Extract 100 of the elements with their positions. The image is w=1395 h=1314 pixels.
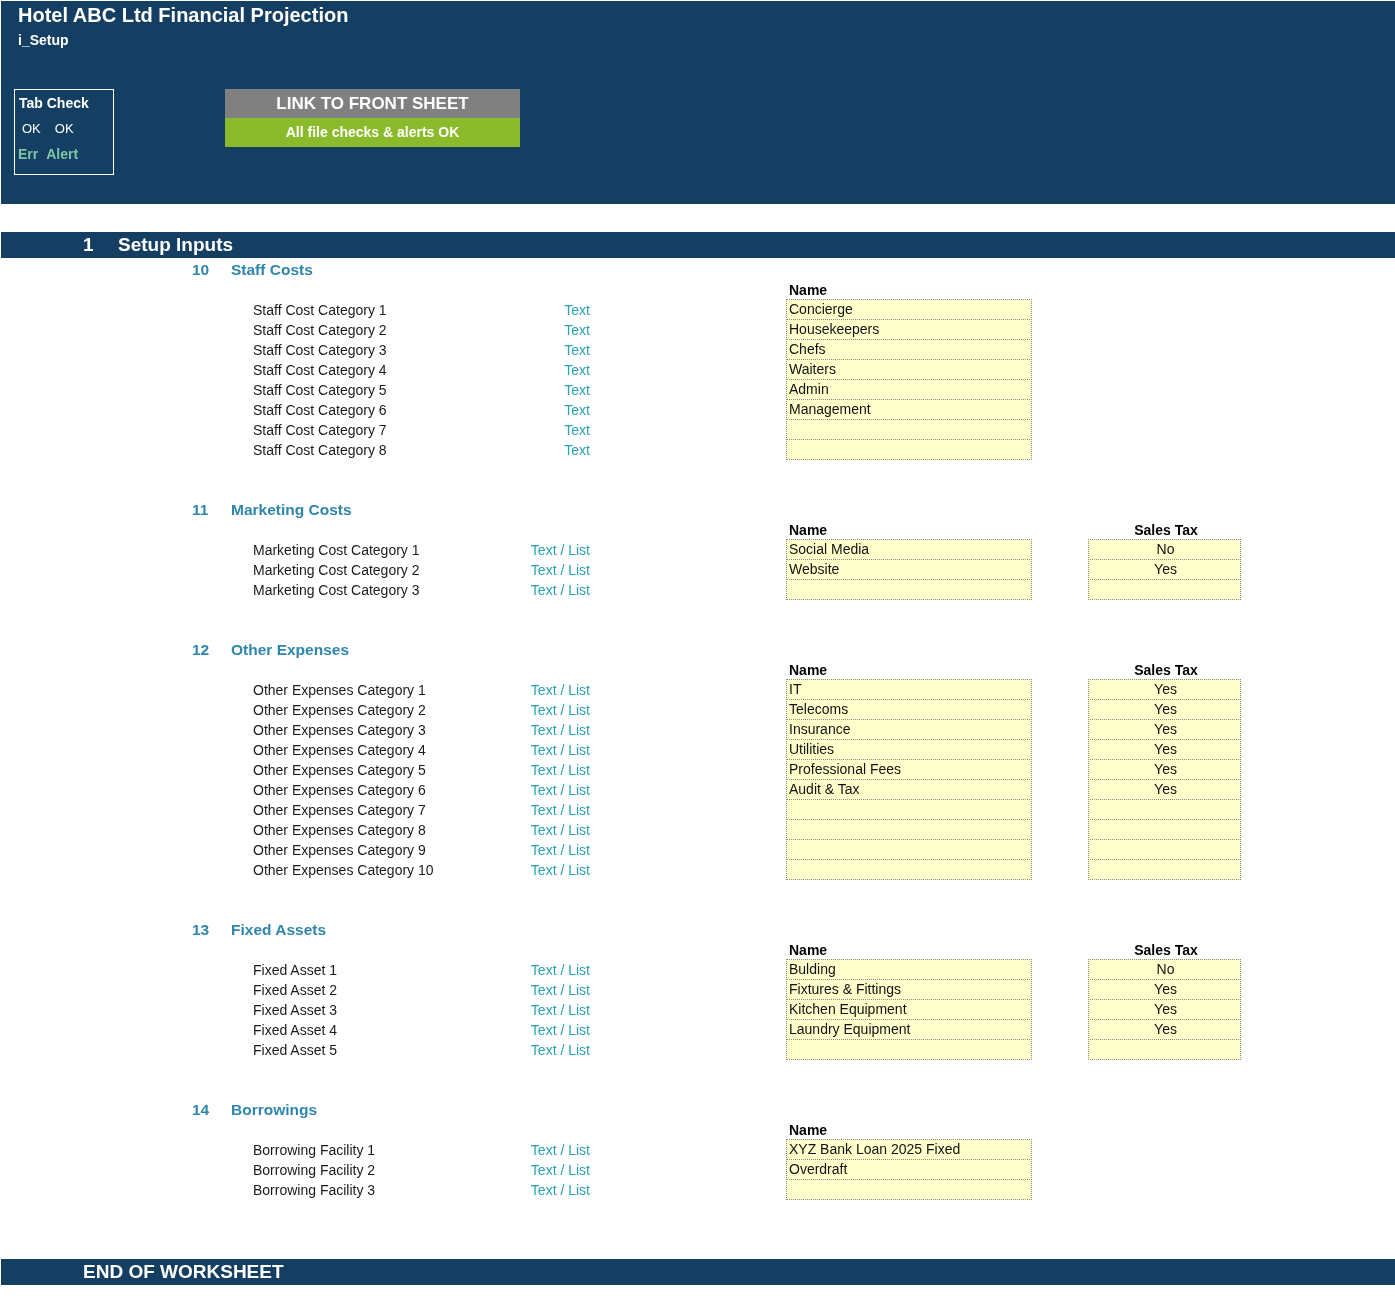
row-label: Staff Cost Category 8 xyxy=(253,441,388,460)
input-type: Text / List xyxy=(529,761,590,780)
sales-tax-input[interactable]: Yes xyxy=(1088,779,1241,800)
link-button[interactable]: LINK TO FRONT SHEET xyxy=(225,89,520,118)
name-input[interactable]: Website xyxy=(786,559,1032,580)
input-type: Text / List xyxy=(529,721,590,740)
input-type: Text xyxy=(563,441,590,460)
sales-tax-input[interactable] xyxy=(1088,859,1241,880)
name-input[interactable]: Housekeepers xyxy=(786,319,1032,340)
row-label: Marketing Cost Category 2 xyxy=(253,561,421,580)
row-label: Staff Cost Category 1 xyxy=(253,301,388,320)
row-label: Borrowing Facility 1 xyxy=(253,1141,377,1160)
sales-tax-input[interactable] xyxy=(1088,579,1241,600)
name-input[interactable]: Admin xyxy=(786,379,1032,400)
name-input[interactable] xyxy=(786,579,1032,600)
input-type: Text / List xyxy=(529,681,590,700)
name-input[interactable]: Waiters xyxy=(786,359,1032,380)
row-label: Borrowing Facility 3 xyxy=(253,1181,377,1200)
input-type: Text / List xyxy=(529,1141,590,1160)
name-input[interactable] xyxy=(786,1179,1032,1200)
row-label: Fixed Asset 3 xyxy=(253,1001,339,1020)
row-label: Staff Cost Category 6 xyxy=(253,401,388,420)
column-header: Name xyxy=(788,661,829,680)
name-input[interactable] xyxy=(786,859,1032,880)
sales-tax-input[interactable]: Yes xyxy=(1088,559,1241,580)
name-input[interactable]: XYZ Bank Loan 2025 Fixed xyxy=(786,1139,1032,1160)
sheet-name: i_Setup xyxy=(18,32,70,50)
section-title: Setup Inputs xyxy=(118,234,234,256)
row-label: Other Expenses Category 4 xyxy=(253,741,427,760)
input-type: Text / List xyxy=(529,581,590,600)
group-title: Borrowings xyxy=(231,1101,318,1119)
check-label: Alert xyxy=(46,146,79,162)
row-label: Other Expenses Category 9 xyxy=(253,841,427,860)
group-number: 10 xyxy=(192,261,211,279)
name-input[interactable]: Insurance xyxy=(786,719,1032,740)
workbook-title: Hotel ABC Ltd Financial Projection xyxy=(18,4,350,28)
sales-tax-input[interactable]: No xyxy=(1088,539,1241,560)
sales-tax-input[interactable]: Yes xyxy=(1088,979,1241,1000)
row-label: Other Expenses Category 2 xyxy=(253,701,427,720)
name-input[interactable]: Social Media xyxy=(786,539,1032,560)
sales-tax-input[interactable]: Yes xyxy=(1088,759,1241,780)
group-title: Marketing Costs xyxy=(231,501,352,519)
group-number: 11 xyxy=(192,501,210,519)
row-label: Other Expenses Category 3 xyxy=(253,721,427,740)
name-input[interactable]: Professional Fees xyxy=(786,759,1032,780)
name-input[interactable]: Chefs xyxy=(786,339,1032,360)
input-type: Text / List xyxy=(529,841,590,860)
sales-tax-input[interactable]: Yes xyxy=(1088,1019,1241,1040)
row-label: Other Expenses Category 7 xyxy=(253,801,427,820)
column-header: Sales Tax xyxy=(1133,521,1199,540)
input-type: Text xyxy=(563,421,590,440)
row-label: Fixed Asset 4 xyxy=(253,1021,339,1040)
row-label: Staff Cost Category 3 xyxy=(253,341,388,360)
sales-tax-input[interactable]: Yes xyxy=(1088,699,1241,720)
name-input[interactable]: Management xyxy=(786,399,1032,420)
name-input[interactable]: Concierge xyxy=(786,299,1032,320)
row-label: Other Expenses Category 1 xyxy=(253,681,427,700)
column-header: Name xyxy=(788,521,829,540)
sales-tax-input[interactable]: Yes xyxy=(1088,999,1241,1020)
name-input[interactable]: Utilities xyxy=(786,739,1032,760)
group-title: Fixed Assets xyxy=(231,921,327,939)
input-type: Text / List xyxy=(529,701,590,720)
name-input[interactable]: IT xyxy=(786,679,1032,700)
name-input[interactable] xyxy=(786,1039,1032,1060)
name-input[interactable] xyxy=(786,439,1032,460)
row-label: Staff Cost Category 5 xyxy=(253,381,388,400)
name-input[interactable]: Overdraft xyxy=(786,1159,1032,1180)
group-number: 14 xyxy=(192,1101,211,1119)
name-input[interactable]: Audit & Tax xyxy=(786,779,1032,800)
name-input[interactable]: Telecoms xyxy=(786,699,1032,720)
row-label: Marketing Cost Category 1 xyxy=(253,541,421,560)
sales-tax-input[interactable]: Yes xyxy=(1088,719,1241,740)
row-label: Fixed Asset 1 xyxy=(253,961,339,980)
input-type: Text / List xyxy=(529,961,590,980)
footer-text: END OF WORKSHEET xyxy=(83,1261,284,1283)
sales-tax-input[interactable]: No xyxy=(1088,959,1241,980)
name-input[interactable]: Laundry Equipment xyxy=(786,1019,1032,1040)
column-header: Sales Tax xyxy=(1133,941,1199,960)
input-type: Text / List xyxy=(529,1181,590,1200)
row-label: Staff Cost Category 7 xyxy=(253,421,388,440)
section-number: 1 xyxy=(83,234,95,256)
input-type: Text / List xyxy=(529,801,590,820)
sales-tax-input[interactable] xyxy=(1088,1039,1241,1060)
input-type: Text / List xyxy=(529,1001,590,1020)
input-type: Text xyxy=(563,381,590,400)
name-input[interactable]: Kitchen Equipment xyxy=(786,999,1032,1020)
input-type: Text / List xyxy=(529,781,590,800)
check-value: OK xyxy=(22,121,41,136)
input-type: Text / List xyxy=(529,541,590,560)
name-input[interactable]: Bulding xyxy=(786,959,1032,980)
name-input[interactable]: Fixtures & Fittings xyxy=(786,979,1032,1000)
input-type: Text / List xyxy=(529,1041,590,1060)
tab-check-title: Tab Check xyxy=(19,95,90,111)
sales-tax-input[interactable]: Yes xyxy=(1088,739,1241,760)
sales-tax-input[interactable]: Yes xyxy=(1088,679,1241,700)
row-label: Other Expenses Category 8 xyxy=(253,821,427,840)
row-label: Other Expenses Category 5 xyxy=(253,761,427,780)
input-type: Text / List xyxy=(529,741,590,760)
row-label: Other Expenses Category 10 xyxy=(253,861,435,880)
row-label: Fixed Asset 5 xyxy=(253,1041,339,1060)
